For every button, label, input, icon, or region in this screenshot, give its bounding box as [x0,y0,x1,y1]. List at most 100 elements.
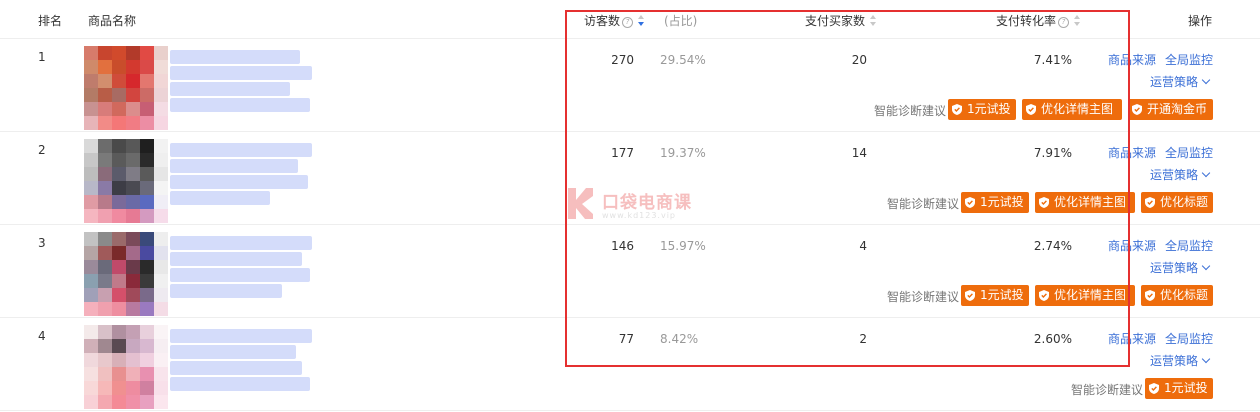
ops-strategy-dropdown[interactable]: 运营策略 [1150,166,1211,183]
rank-cell: 1 [38,50,46,64]
shield-icon [965,290,975,301]
conversion-value: 2.60% [1033,332,1072,346]
header-rank: 排名 [38,14,63,28]
diagnosis-action-button[interactable]: 优化详情主图 [1035,285,1135,306]
header-ratio: (占比) [664,14,698,28]
table-row: 1 270 29.54% 20 7.41% 商品来源 全局监控运营策略智能诊断建议 开通淘金币… [0,38,1260,132]
header-visitors-label: 访客数 [584,14,621,28]
rank-cell: 2 [38,143,46,157]
product-title-blurred[interactable] [170,329,312,391]
product-thumbnail[interactable] [84,139,168,223]
diagnosis-action-button[interactable]: 1元试投 [948,99,1016,120]
global-monitor-link[interactable]: 全局监控 [1165,144,1213,161]
buyers-value: 4 [859,239,867,253]
diagnosis-action-button[interactable]: 1元试投 [961,285,1029,306]
shield-icon [965,197,975,208]
ops-strategy-dropdown[interactable]: 运营策略 [1150,352,1211,369]
shield-icon [952,104,962,115]
diagnosis-action-label: 1元试投 [980,195,1024,209]
header-actions: 操作 [1188,14,1213,28]
chevron-down-icon [1201,168,1211,178]
product-source-link[interactable]: 商品来源 [1108,330,1156,347]
ratio-value: 15.97% [660,239,706,253]
diagnosis-action-label: 开通淘金币 [1147,102,1208,116]
diagnosis-action-button[interactable]: 优化标题 [1141,285,1213,306]
ops-strategy-label: 运营策略 [1150,168,1199,182]
product-source-link[interactable]: 商品来源 [1108,237,1156,254]
visitors-value: 146 [611,239,634,253]
buyers-value: 20 [851,53,867,67]
global-monitor-link[interactable]: 全局监控 [1165,330,1213,347]
rank-cell: 4 [38,329,46,343]
buyers-value: 14 [851,146,867,160]
product-title-blurred[interactable] [170,50,312,112]
diagnosis-action-label: 优化详情主图 [1041,102,1114,116]
visitors-value: 270 [611,53,634,67]
watermark-url: www.kd123.vip [602,211,676,220]
help-icon[interactable]: ? [622,17,634,28]
product-thumbnail[interactable] [84,46,168,130]
ops-strategy-label: 运营策略 [1150,75,1199,89]
header-buyers-label: 支付买家数 [805,14,866,28]
shield-icon [1039,197,1049,208]
table-row: 4 77 8.42% 2 2.60% 商品来源 全局监控运营策略智能诊断建议 1元试投 [0,317,1260,411]
conversion-value: 7.91% [1033,146,1072,160]
diagnosis-action-label: 优化详情主图 [1054,195,1127,209]
visitors-value: 77 [618,332,634,346]
diagnosis-label: 智能诊断建议 [886,197,959,211]
ops-strategy-dropdown[interactable]: 运营策略 [1150,259,1211,276]
ratio-value: 29.54% [660,53,706,67]
chevron-down-icon [1201,261,1211,271]
header-conversion[interactable]: 支付转化率? [996,12,1081,29]
chevron-down-icon [1201,354,1211,364]
diagnosis-action-label: 1元试投 [980,288,1024,302]
global-monitor-link[interactable]: 全局监控 [1165,51,1213,68]
header-visitors[interactable]: 访客数? [584,12,645,29]
table-row: 3 146 15.97% 4 2.74% 商品来源 全局监控运营策略智能诊断建议 优化标题 优化… [0,224,1260,318]
sort-icon[interactable] [1074,15,1081,27]
buyers-value: 2 [859,332,867,346]
diagnosis-action-label: 优化标题 [1160,195,1209,209]
header-buyers[interactable]: 支付买家数 [805,12,877,29]
product-title-blurred[interactable] [170,236,312,298]
shield-icon [1026,104,1036,115]
product-title-blurred[interactable] [170,143,312,205]
help-icon[interactable]: ? [1058,17,1070,28]
diagnosis-label: 智能诊断建议 [886,290,959,304]
diagnosis-label: 智能诊断建议 [873,104,946,118]
visitors-value: 177 [611,146,634,160]
ops-strategy-label: 运营策略 [1150,354,1199,368]
product-source-link[interactable]: 商品来源 [1108,51,1156,68]
ratio-value: 8.42% [660,332,699,346]
diagnosis-action-button[interactable]: 开通淘金币 [1128,99,1213,120]
conversion-value: 2.74% [1033,239,1072,253]
ops-strategy-dropdown[interactable]: 运营策略 [1150,73,1211,90]
conversion-value: 7.41% [1033,53,1072,67]
ratio-value: 19.37% [660,146,706,160]
shield-icon [1039,290,1049,301]
product-thumbnail[interactable] [84,325,168,409]
diagnosis-action-button[interactable]: 优化标题 [1141,192,1213,213]
shield-icon [1149,383,1159,394]
diagnosis-action-button[interactable]: 1元试投 [1145,378,1213,399]
diagnosis-action-button[interactable]: 1元试投 [961,192,1029,213]
diagnosis-action-label: 1元试投 [1164,381,1208,395]
header-product-name: 商品名称 [88,14,137,28]
sort-icon[interactable] [638,15,645,27]
diagnosis-action-label: 优化标题 [1160,288,1209,302]
sort-icon[interactable] [870,15,877,27]
diagnosis-action-label: 优化详情主图 [1054,288,1127,302]
product-thumbnail[interactable] [84,232,168,316]
global-monitor-link[interactable]: 全局监控 [1165,237,1213,254]
shield-icon [1132,104,1142,115]
watermark-logo-icon [568,188,593,219]
chevron-down-icon [1201,75,1211,85]
diagnosis-action-button[interactable]: 优化详情主图 [1022,99,1122,120]
table-header: 排名 商品名称 访客数? (占比) 支付买家数 支付转化率? 操作 [0,0,1260,39]
watermark: 口袋电商课 www.kd123.vip [566,186,706,228]
ops-strategy-label: 运营策略 [1150,261,1199,275]
diagnosis-action-button[interactable]: 优化详情主图 [1035,192,1135,213]
diagnosis-label: 智能诊断建议 [1070,383,1143,397]
rank-cell: 3 [38,236,46,250]
product-source-link[interactable]: 商品来源 [1108,144,1156,161]
